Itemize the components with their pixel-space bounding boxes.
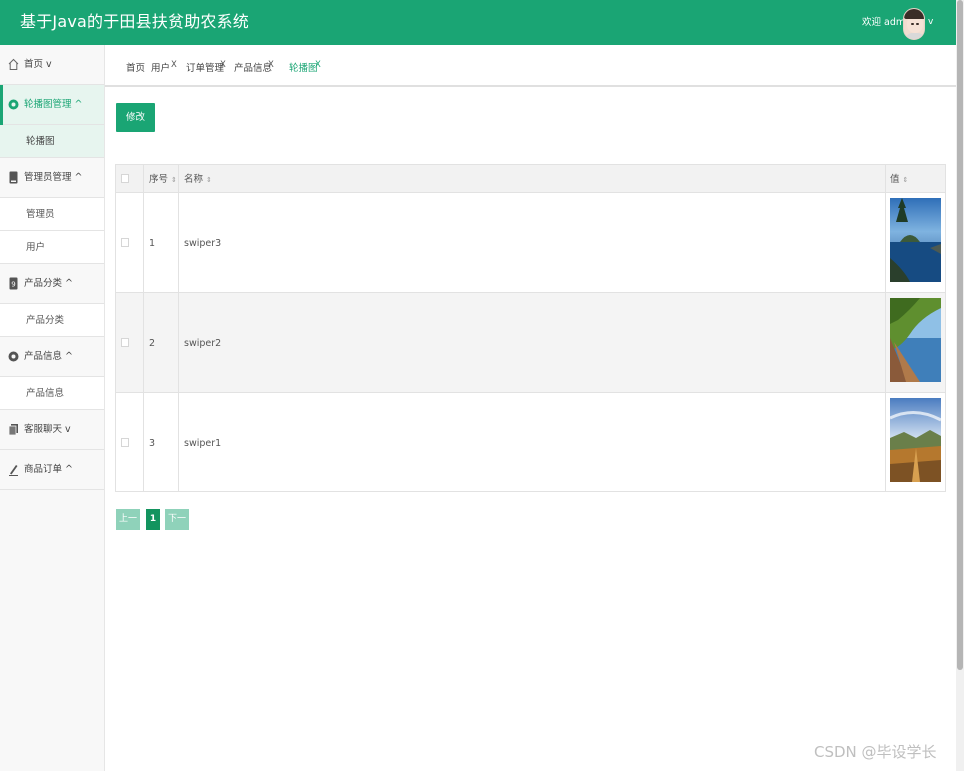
sort-icon[interactable]: ⇕ [903,173,909,187]
sidebar-item-admin-management[interactable]: 管理员管理 ^ [0,158,104,198]
chevron-up-icon: ^ [65,351,74,362]
sidebar-item-label: 客服聊天 [24,424,63,435]
chevron-up-icon: ^ [74,172,83,183]
sidebar-item-label: 首页 [24,59,44,70]
table-row[interactable]: 2 swiper2 [116,293,945,393]
tab-bar: 首页 用户 X 订单管理 X 产品信息 X 轮播图 X [105,45,956,87]
tab-orders[interactable]: 订单管理 X [186,60,226,76]
category-icon: 9 [9,277,18,290]
table-row[interactable]: 3 swiper1 [116,393,945,493]
sidebar-subitem-product-category[interactable]: 产品分类 [0,304,104,337]
user-menu-chevron-down-icon[interactable]: v [928,15,933,29]
tab-home[interactable]: 首页 [126,62,145,76]
sidebar-subitem-label: 用户 [26,242,46,253]
row-index: 1 [149,238,156,249]
sidebar-subitem-product-info[interactable]: 产品信息 [0,377,104,410]
row-index: 3 [149,438,156,449]
sidebar-subitem-users[interactable]: 用户 [0,231,104,264]
carousel-table: 序号 ⇕ 名称 ⇕ 值 ⇕ 1 swiper3 2 swiper2 3 swip… [115,164,946,492]
column-divider [178,165,179,491]
chevron-up-icon: ^ [74,99,83,110]
chevron-down-icon: v [65,424,71,435]
column-header-index[interactable]: 序号 ⇕ [149,173,177,187]
column-divider [143,165,144,491]
chevron-up-icon: ^ [65,278,74,289]
lake-island-image [890,198,941,282]
chevron-up-icon: ^ [65,464,74,475]
product-icon [8,351,19,362]
sort-icon[interactable]: ⇕ [206,173,212,187]
home-icon [8,58,19,70]
sidebar-item-label: 产品信息 [24,351,63,362]
edit-button[interactable]: 修改 [116,103,155,132]
tab-users[interactable]: 用户 X [151,60,177,76]
sidebar-item-label: 产品分类 [24,278,63,289]
sidebar-item-product-info[interactable]: 产品信息 ^ [0,337,104,377]
avatar-hair [904,9,924,19]
tab-label: 产品信息 [234,63,273,74]
sidebar-item-product-category[interactable]: 9 产品分类 ^ [0,264,104,304]
tab-label: 首页 [126,63,146,74]
svg-text:9: 9 [11,281,15,289]
tab-product-info[interactable]: 产品信息 X [234,60,274,76]
sidebar-item-home[interactable]: 首页 v [0,45,104,85]
scrollbar[interactable] [956,0,964,771]
avatar-eye-left [911,23,914,25]
sidebar-subitem-label: 轮播图 [26,136,55,147]
next-page-button[interactable]: 下一页 [165,509,189,545]
column-header-name[interactable]: 名称 ⇕ [184,173,212,187]
avatar[interactable] [903,8,925,40]
app-title: 基于Java的于田县扶贫助农系统 [20,12,249,31]
tab-label: 轮播图 [289,63,318,74]
select-all-checkbox[interactable] [121,174,129,183]
row-checkbox[interactable] [121,338,129,347]
chevron-down-icon: v [46,59,52,70]
watermark: CSDN @毕设学长 [814,743,937,761]
sidebar-item-label: 轮播图管理 [24,99,72,110]
row-name: swiper1 [184,438,222,449]
row-checkbox[interactable] [121,238,129,247]
sidebar-item-orders[interactable]: 商品订单 ^ [0,450,104,490]
current-page[interactable]: 1 [146,509,160,530]
app-root: 基于Java的于田县扶贫助农系统 欢迎 admin v 首页 v 轮播图管理 ^ [0,0,964,771]
column-divider [885,165,886,491]
sidebar-item-carousel-management[interactable]: 轮播图管理 ^ [0,85,104,125]
top-header: 基于Java的于田县扶贫助农系统 欢迎 admin v [0,0,956,45]
admin-icon [9,171,18,184]
close-icon[interactable]: X [171,58,177,72]
close-icon[interactable]: X [315,58,321,72]
carousel-icon [8,99,19,110]
avatar-shirt [906,33,924,39]
sidebar-item-customer-chat[interactable]: 客服聊天 v [0,410,104,450]
sidebar-subitem-admin[interactable]: 管理员 [0,198,104,231]
row-checkbox[interactable] [121,438,129,447]
table-header: 序号 ⇕ 名称 ⇕ 值 ⇕ [116,165,945,193]
table-row[interactable]: 1 swiper3 [116,193,945,293]
row-index: 2 [149,338,156,349]
tab-label: 用户 [151,63,171,74]
tab-carousel[interactable]: 轮播图 X [289,60,321,76]
sidebar-subitem-label: 管理员 [26,209,55,220]
lakeside-trees-image [890,298,941,382]
scrollbar-thumb[interactable] [957,0,963,670]
close-icon[interactable]: X [220,58,226,72]
sidebar-subitem-label: 产品分类 [26,315,65,326]
prev-page-button[interactable]: 上一页 [116,509,140,545]
chat-icon [8,424,18,436]
sidebar: 首页 v 轮播图管理 ^ 轮播图 管理员管理 ^ 管理员 用户 9 产品分类 ^… [0,45,105,771]
column-header-value[interactable]: 值 ⇕ [890,173,908,187]
row-name: swiper2 [184,338,222,349]
tab-label: 订单管理 [186,63,225,74]
sort-icon[interactable]: ⇕ [171,173,177,187]
pen-icon [9,465,18,476]
avatar-eye-right [916,23,919,25]
sidebar-item-label: 商品订单 [24,464,63,475]
row-name: swiper3 [184,238,222,249]
close-icon[interactable]: X [268,58,274,72]
sidebar-subitem-carousel[interactable]: 轮播图 [0,125,104,158]
autumn-valley-image [890,398,941,482]
sidebar-item-label: 管理员管理 [24,172,72,183]
sidebar-subitem-label: 产品信息 [26,388,65,399]
